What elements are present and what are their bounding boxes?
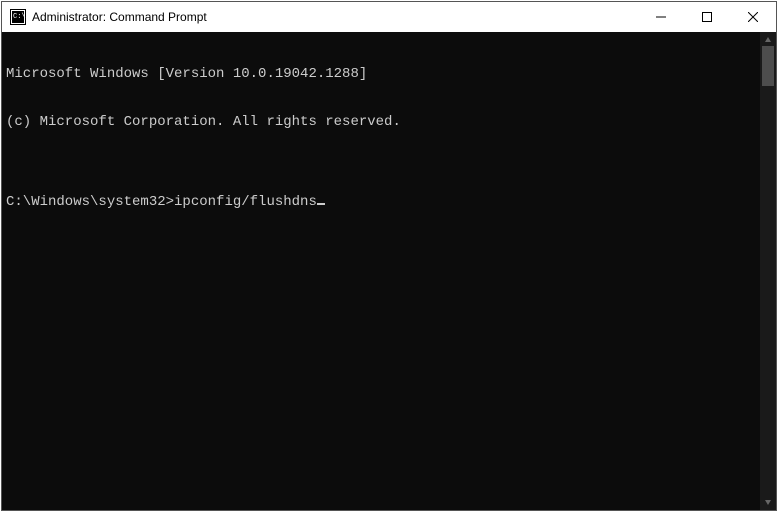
- close-button[interactable]: [730, 2, 776, 32]
- window-title: Administrator: Command Prompt: [32, 10, 638, 24]
- minimize-button[interactable]: [638, 2, 684, 32]
- vertical-scrollbar[interactable]: [760, 32, 776, 510]
- maximize-button[interactable]: [684, 2, 730, 32]
- output-line: Microsoft Windows [Version 10.0.19042.12…: [6, 66, 756, 82]
- cmd-icon: C:\: [10, 9, 26, 25]
- prompt-text: C:\Windows\system32>: [6, 194, 174, 210]
- window-controls: [638, 2, 776, 32]
- text-cursor: [317, 203, 325, 205]
- svg-text:C:\: C:\: [13, 13, 26, 21]
- scroll-down-arrow-icon[interactable]: [762, 496, 774, 508]
- scroll-thumb[interactable]: [762, 46, 774, 86]
- titlebar[interactable]: C:\ Administrator: Command Prompt: [2, 2, 776, 32]
- scroll-up-arrow-icon[interactable]: [762, 34, 774, 46]
- command-prompt-window: C:\ Administrator: Command Prompt Micros…: [1, 1, 777, 511]
- terminal-output[interactable]: Microsoft Windows [Version 10.0.19042.12…: [2, 32, 760, 510]
- command-input[interactable]: ipconfig/flushdns: [174, 194, 317, 210]
- prompt-line: C:\Windows\system32>ipconfig/flushdns: [6, 194, 756, 210]
- output-line: (c) Microsoft Corporation. All rights re…: [6, 114, 756, 130]
- client-area: Microsoft Windows [Version 10.0.19042.12…: [2, 32, 776, 510]
- scroll-track[interactable]: [760, 46, 776, 496]
